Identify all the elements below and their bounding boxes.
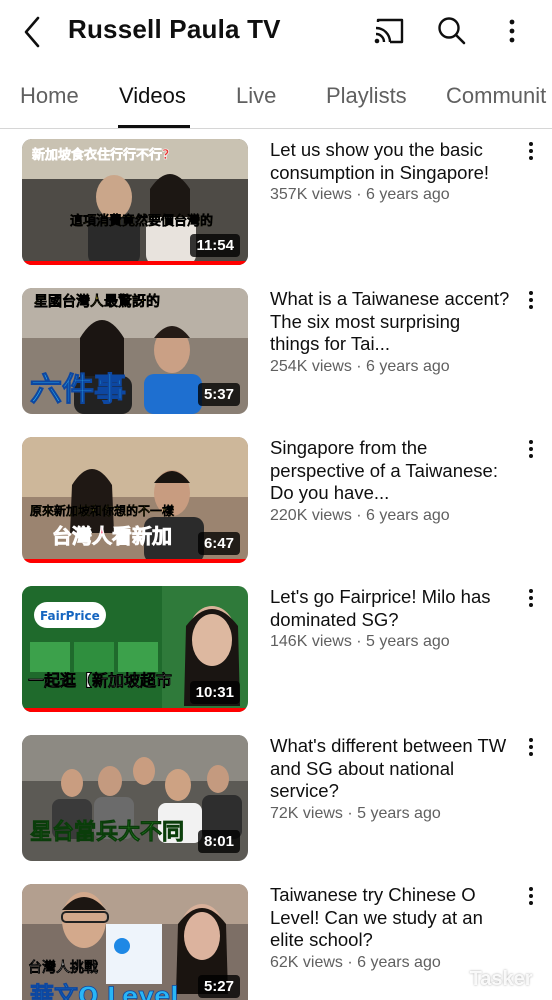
tab-home[interactable]: Home	[20, 83, 79, 109]
thumbnail-caption-bottom: 台灣人看新加	[52, 524, 172, 548]
watch-progress-bar	[22, 708, 248, 712]
video-more-button[interactable]	[522, 586, 540, 610]
video-thumbnail[interactable]: 新加坡食衣住行行不行? 這項消費竟然要價台灣的 11:54	[22, 139, 248, 265]
video-meta: Singapore from the perspective of a Taiw…	[270, 437, 514, 526]
more-vert-icon	[529, 291, 533, 309]
watch-progress-bar	[22, 559, 248, 563]
thumbnail-caption-top: 星國台灣人最驚訝的	[34, 293, 160, 310]
video-more-button[interactable]	[522, 437, 540, 461]
video-thumbnail[interactable]: 原來新加坡和你想的不一樣 台灣人看新加 6:47	[22, 437, 248, 563]
video-meta: Let us show you the basic consumption in…	[270, 139, 514, 205]
video-item[interactable]: FairPrice 一起逛【新加坡超市 10:31 Let's go Fairp…	[0, 586, 552, 726]
more-vert-icon	[529, 887, 533, 905]
video-title[interactable]: Taiwanese try Chinese O Level! Can we st…	[270, 884, 514, 952]
video-title[interactable]: What's different between TW and SG about…	[270, 735, 514, 803]
video-item[interactable]: 星國台灣人最驚訝的 六件事 5:37 What is a Taiwanese a…	[0, 288, 552, 428]
more-vert-icon	[529, 589, 533, 607]
more-vert-icon	[529, 142, 533, 160]
video-meta: Taiwanese try Chinese O Level! Can we st…	[270, 884, 514, 973]
thumbnail-caption-bottom: 這項消費竟然要價台灣的	[70, 213, 213, 229]
video-stats: 72K views · 5 years ago	[270, 804, 441, 822]
video-duration: 5:37	[197, 383, 240, 406]
channel-tabs: Home Videos Live Playlists Communit	[0, 66, 552, 129]
video-meta: What is a Taiwanese accent? The six most…	[270, 288, 514, 377]
tab-playlists[interactable]: Playlists	[326, 83, 407, 109]
thumbnail-caption-bottom: 華文O Level	[30, 982, 178, 1000]
video-duration: 6:47	[197, 532, 240, 555]
tasker-watermark-text: Tasker	[469, 968, 533, 990]
tasker-watermark: Tasker	[444, 968, 533, 991]
tasker-logo-icon	[444, 968, 464, 988]
more-vert-icon	[529, 440, 533, 458]
video-more-button[interactable]	[522, 884, 540, 908]
video-title[interactable]: What is a Taiwanese accent? The six most…	[270, 288, 514, 356]
watch-progress-bar	[22, 261, 248, 265]
video-thumbnail[interactable]: FairPrice 一起逛【新加坡超市 10:31	[22, 586, 248, 712]
tab-live[interactable]: Live	[236, 83, 276, 109]
video-thumbnail[interactable]: 星台當兵大不同 8:01	[22, 735, 248, 861]
video-stats: 357K views · 6 years ago	[270, 186, 450, 203]
video-more-button[interactable]	[522, 139, 540, 163]
active-tab-indicator	[118, 125, 190, 128]
thumbnail-caption-bottom: 一起逛【新加坡超市	[28, 671, 172, 690]
video-duration: 11:54	[190, 234, 240, 257]
video-item[interactable]: 星台當兵大不同 8:01 What's different between TW…	[0, 735, 552, 875]
top-app-bar: Russell Paula TV	[0, 0, 552, 66]
video-thumbnail[interactable]: 台灣人挑戰 華文O Level 5:27	[22, 884, 248, 1000]
back-button[interactable]	[18, 14, 50, 50]
thumbnail-caption-top: 新加坡食衣住行行不行?	[32, 147, 170, 163]
thumbnail-caption-top: 原來新加坡和你想的不一樣	[30, 503, 175, 518]
back-arrow-icon	[24, 16, 40, 48]
thumbnail-caption-top: FairPrice	[40, 609, 100, 623]
video-stats: 254K views · 6 years ago	[270, 357, 450, 375]
search-icon	[438, 17, 466, 45]
video-duration: 8:01	[197, 830, 240, 853]
tab-community[interactable]: Communit	[446, 83, 546, 109]
video-item[interactable]: 原來新加坡和你想的不一樣 台灣人看新加 6:47 Singapore from …	[0, 437, 552, 577]
video-stats: 146K views · 5 years ago	[270, 633, 450, 650]
cast-icon	[374, 18, 404, 44]
video-title[interactable]: Let us show you the basic consumption in…	[270, 139, 514, 184]
cast-button[interactable]	[372, 16, 406, 46]
video-more-button[interactable]	[522, 735, 540, 759]
video-duration: 10:31	[189, 681, 240, 704]
thumbnail-caption-bottom: 六件事	[30, 370, 126, 408]
video-thumbnail[interactable]: 星國台灣人最驚訝的 六件事 5:37	[22, 288, 248, 414]
thumbnail-caption-bottom: 星台當兵大不同	[30, 819, 184, 845]
video-title[interactable]: Let's go Fairprice! Milo has dominated S…	[270, 586, 514, 631]
video-more-button[interactable]	[522, 288, 540, 312]
video-item[interactable]: 新加坡食衣住行行不行? 這項消費竟然要價台灣的 11:54 Let us sho…	[0, 139, 552, 279]
video-meta: Let's go Fairprice! Milo has dominated S…	[270, 586, 514, 652]
search-button[interactable]	[436, 14, 468, 48]
thumbnail-caption-top: 台灣人挑戰	[28, 959, 98, 976]
video-title[interactable]: Singapore from the perspective of a Taiw…	[270, 437, 514, 505]
more-options-button[interactable]	[500, 14, 524, 48]
more-vert-icon	[509, 19, 515, 43]
video-meta: What's different between TW and SG about…	[270, 735, 514, 824]
video-stats: 220K views · 6 years ago	[270, 506, 450, 524]
video-duration: 5:27	[197, 975, 240, 998]
more-vert-icon	[529, 738, 533, 756]
tab-videos[interactable]: Videos	[119, 83, 186, 109]
channel-title: Russell Paula TV	[68, 14, 281, 44]
